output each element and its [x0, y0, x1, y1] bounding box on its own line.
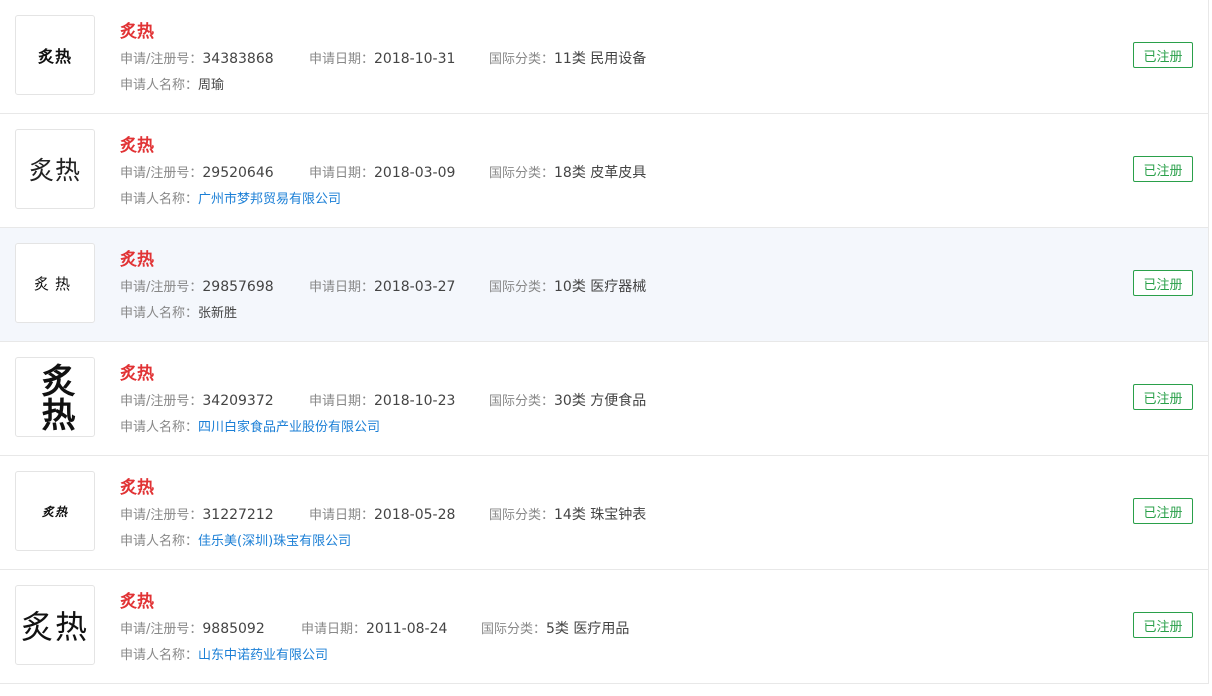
applicant-name: 张新胜 [198, 306, 238, 321]
intl-class-label: 国际分类： [489, 52, 555, 67]
status-badge: 已注册 [1133, 612, 1193, 638]
reg-no-value: 34383868 [202, 51, 274, 67]
apply-date-field: 申请日期：2018-03-09 [309, 164, 489, 183]
reg-no-label: 申请/注册号： [120, 52, 203, 67]
intl-class-label: 国际分类： [489, 166, 555, 181]
trademark-name-link[interactable]: 炙热 [120, 359, 154, 384]
status-badge: 已注册 [1133, 42, 1193, 68]
trademark-row[interactable]: 炙热 炙热 申请/注册号：34383868 申请日期：2018-10-31 国际分类… [0, 0, 1208, 114]
apply-date-value: 2018-10-31 [374, 51, 456, 67]
applicant-label: 申请人名称： [120, 192, 199, 207]
apply-date-value: 2011-08-24 [366, 621, 448, 637]
trademark-name-link[interactable]: 炙热 [120, 245, 154, 270]
status-badge: 已注册 [1133, 384, 1193, 410]
reg-no-label: 申请/注册号： [120, 394, 203, 409]
applicant-label: 申请人名称： [120, 420, 199, 435]
intl-class-field: 国际分类：5类 医疗用品 [481, 620, 629, 639]
apply-date-field: 申请日期：2018-10-31 [309, 50, 489, 69]
applicant-name: 周瑜 [198, 78, 225, 93]
intl-class-value: 11类 民用设备 [554, 51, 647, 67]
trademark-name-link[interactable]: 炙热 [120, 131, 154, 156]
apply-date-label: 申请日期： [309, 52, 375, 67]
trademark-logo-image[interactable]: 炙热 [15, 585, 95, 665]
apply-date-label: 申请日期： [309, 280, 375, 295]
intl-class-value: 18类 皮革皮具 [554, 165, 647, 181]
trademark-row[interactable]: 炙热 炙热 申请/注册号：29520646 申请日期：2018-03-09 国际分类… [0, 114, 1208, 228]
reg-no-field: 申请/注册号：9885092 [120, 620, 301, 639]
intl-class-field: 国际分类：14类 珠宝钟表 [489, 506, 646, 525]
intl-class-value: 10类 医疗器械 [554, 279, 647, 295]
reg-no-field: 申请/注册号：29520646 [120, 164, 309, 183]
intl-class-label: 国际分类： [489, 280, 555, 295]
reg-no-field: 申请/注册号：29857698 [120, 278, 309, 297]
intl-class-value: 30类 方便食品 [554, 393, 647, 409]
status-badge: 已注册 [1133, 156, 1193, 182]
reg-no-label: 申请/注册号： [120, 622, 203, 637]
reg-no-label: 申请/注册号： [120, 166, 203, 181]
trademark-row[interactable]: 炙热 炙热 申请/注册号：29857698 申请日期：2018-03-27 国际分类… [0, 228, 1208, 342]
reg-no-label: 申请/注册号： [120, 280, 203, 295]
intl-class-label: 国际分类： [489, 394, 555, 409]
trademark-row[interactable]: 炙热 炙热 申请/注册号：34209372 申请日期：2018-10-23 国际分类… [0, 342, 1208, 456]
apply-date-value: 2018-10-23 [374, 393, 456, 409]
trademark-name-link[interactable]: 炙热 [120, 473, 154, 498]
intl-class-field: 国际分类：18类 皮革皮具 [489, 164, 646, 183]
intl-class-value: 5类 医疗用品 [546, 621, 630, 637]
trademark-logo-image[interactable]: 炙热 [15, 129, 95, 209]
reg-no-value: 29857698 [202, 279, 274, 295]
applicant-label: 申请人名称： [120, 648, 199, 663]
apply-date-field: 申请日期：2018-05-28 [309, 506, 489, 525]
apply-date-field: 申请日期：2018-03-27 [309, 278, 489, 297]
reg-no-field: 申请/注册号：31227212 [120, 506, 309, 525]
applicant-link[interactable]: 佳乐美(深圳)珠宝有限公司 [198, 534, 351, 549]
reg-no-field: 申请/注册号：34209372 [120, 392, 309, 411]
status-badge: 已注册 [1133, 498, 1193, 524]
trademark-logo-image[interactable]: 炙热 [15, 15, 95, 95]
apply-date-label: 申请日期： [309, 394, 375, 409]
applicant-label: 申请人名称： [120, 534, 199, 549]
reg-no-value: 34209372 [202, 393, 274, 409]
status-badge: 已注册 [1133, 270, 1193, 296]
intl-class-label: 国际分类： [489, 508, 555, 523]
apply-date-field: 申请日期：2011-08-24 [301, 620, 481, 639]
trademark-logo-image[interactable]: 炙热 [15, 243, 95, 323]
reg-no-value: 31227212 [202, 507, 274, 523]
intl-class-field: 国际分类：10类 医疗器械 [489, 278, 646, 297]
reg-no-value: 9885092 [202, 621, 265, 637]
trademark-logo-image[interactable]: 炙热 [15, 357, 95, 437]
intl-class-field: 国际分类：30类 方便食品 [489, 392, 646, 411]
intl-class-value: 14类 珠宝钟表 [554, 507, 647, 523]
trademark-logo-image[interactable]: 炙热 [15, 471, 95, 551]
applicant-link[interactable]: 四川白家食品产业股份有限公司 [198, 420, 380, 435]
reg-no-value: 29520646 [202, 165, 274, 181]
apply-date-field: 申请日期：2018-10-23 [309, 392, 489, 411]
reg-no-field: 申请/注册号：34383868 [120, 50, 309, 69]
apply-date-label: 申请日期： [301, 622, 367, 637]
intl-class-field: 国际分类：11类 民用设备 [489, 50, 646, 69]
apply-date-value: 2018-05-28 [374, 507, 456, 523]
applicant-label: 申请人名称： [120, 306, 199, 321]
applicant-link[interactable]: 山东中诺药业有限公司 [198, 648, 328, 663]
apply-date-label: 申请日期： [309, 508, 375, 523]
apply-date-value: 2018-03-09 [374, 165, 456, 181]
trademark-name-link[interactable]: 炙热 [120, 17, 154, 42]
trademark-row[interactable]: 炙热 炙热 申请/注册号：31227212 申请日期：2018-05-28 国际分类… [0, 456, 1208, 570]
trademark-result-list: 炙热 炙热 申请/注册号：34383868 申请日期：2018-10-31 国际分类… [0, 0, 1209, 684]
trademark-name-link[interactable]: 炙热 [120, 587, 154, 612]
trademark-row[interactable]: 炙热 炙热 申请/注册号：9885092 申请日期：2011-08-24 国际分类：… [0, 570, 1208, 684]
reg-no-label: 申请/注册号： [120, 508, 203, 523]
intl-class-label: 国际分类： [481, 622, 547, 637]
apply-date-label: 申请日期： [309, 166, 375, 181]
applicant-label: 申请人名称： [120, 78, 199, 93]
applicant-link[interactable]: 广州市梦邦贸易有限公司 [198, 192, 341, 207]
apply-date-value: 2018-03-27 [374, 279, 456, 295]
